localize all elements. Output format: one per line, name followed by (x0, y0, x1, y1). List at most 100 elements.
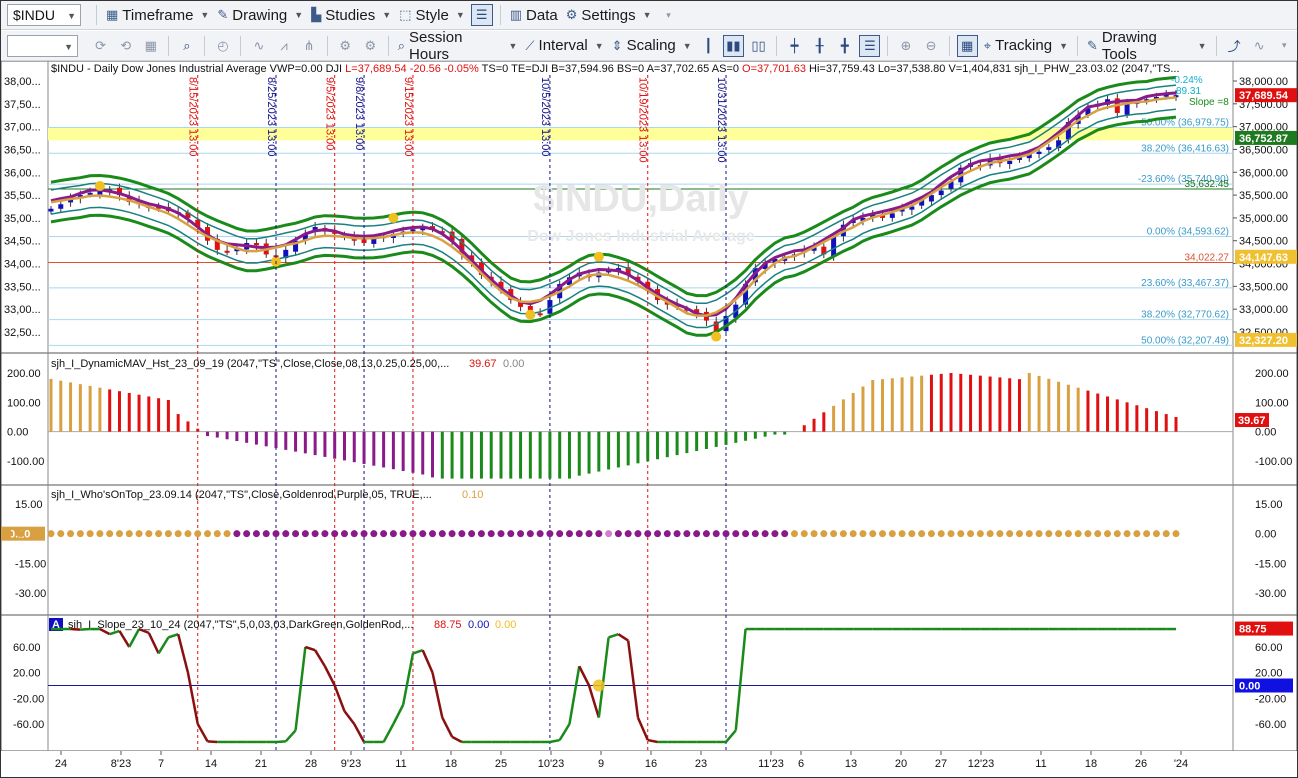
style-label: Style (415, 6, 449, 24)
interval-button[interactable]: ⟋ Interval ▼ (521, 34, 607, 58)
hlc-icon[interactable]: ╂ (809, 35, 830, 57)
refresh-icon[interactable]: ⟳ (90, 35, 111, 57)
zoom-out-icon[interactable]: ⊖ (921, 35, 942, 57)
session-hours-button[interactable]: ⌕ Session Hours ▼ (394, 29, 522, 63)
gear-icon[interactable]: ⚙ (360, 35, 381, 57)
histogram-bar (98, 387, 102, 432)
chevron-down-icon: ▼ (1059, 40, 1068, 51)
panel3-dot (751, 530, 759, 538)
search-icon: ⌕ (397, 37, 406, 53)
tracking-button[interactable]: ⌖ Tracking ▼ (980, 34, 1072, 58)
panel3-dot (135, 530, 143, 538)
histogram-bar (303, 431, 307, 454)
bar-chart-icon[interactable]: ┃ (698, 35, 719, 57)
panel-toggle-icon[interactable]: ☰ (859, 34, 881, 57)
studies-button[interactable]: ▙ Studies ▼ (307, 3, 395, 27)
panel3-dot (1084, 530, 1092, 538)
left-axis-label: 36,00... (4, 167, 41, 179)
data-window-icon[interactable]: ▦ (956, 34, 978, 57)
level-label: 34,022.27 (1185, 253, 1230, 264)
x-axis-label: 20 (895, 758, 907, 770)
trend-icon[interactable]: ⩘ (273, 35, 294, 57)
tool-icon[interactable]: ⚙ (335, 35, 356, 57)
style-button[interactable]: ⬚ Style ▼ (395, 3, 469, 27)
histogram-bar (137, 394, 141, 432)
panel3-dot (67, 530, 75, 538)
histogram-bar (783, 431, 787, 435)
drawing-label: Drawing (232, 6, 288, 24)
histogram-bar (88, 385, 92, 432)
slope-signal-dot (592, 679, 605, 692)
settings-button[interactable]: ⚙ Settings ▼ (562, 3, 656, 27)
drawing-button[interactable]: ✎ Drawing ▼ (213, 3, 307, 27)
zoom-icon[interactable]: ⌕ (176, 35, 197, 57)
hollow-candle-icon[interactable]: ▯▯ (748, 35, 769, 57)
histogram-bar (186, 421, 190, 432)
x-axis-label: 27 (935, 758, 947, 770)
histogram-bar (538, 431, 542, 479)
panel3-dot (1035, 530, 1043, 538)
chart-area[interactable]: 50.00% (36,979.75) 38.20% (36,416.63) -23.… (1, 61, 1297, 777)
panel3-dot (546, 530, 554, 538)
panel3-dot (458, 530, 466, 538)
x-axis-label: 24 (55, 758, 67, 770)
histogram-bar (871, 380, 875, 432)
panel3-dot (663, 530, 671, 538)
timeframe-button[interactable]: ▦ Timeframe ▼ (102, 3, 213, 27)
panel3-dot (1094, 530, 1102, 538)
data-button[interactable]: ▥ Data (506, 3, 562, 27)
price-axis-label: 36,000.00 (1239, 167, 1288, 179)
symbol-input[interactable]: $INDU ▼ (7, 4, 81, 26)
chevron-down-icon: ▼ (200, 10, 210, 20)
panel3-dot (1133, 530, 1141, 538)
watermark-subtitle: Dow Jones Industrial Average (527, 228, 754, 245)
layout-toggle-icon[interactable]: ☰ (470, 4, 493, 26)
panel3-dot (654, 530, 662, 538)
panel3-dot (331, 530, 339, 538)
histogram-bar (910, 376, 914, 432)
panel3-dot (497, 530, 505, 538)
chart-canvas[interactable]: 50.00% (36,979.75)38.20% (36,416.63)-23.… (1, 61, 1297, 777)
overflow-icon[interactable]: ▾ (658, 4, 680, 26)
panel3-dot (57, 530, 65, 538)
histogram-bar (1154, 411, 1158, 432)
histogram-bar (450, 431, 454, 479)
x-axis-label: 7 (158, 758, 164, 770)
grid-icon[interactable]: ▦ (140, 35, 161, 57)
link-icon[interactable]: ⟲ (115, 35, 136, 57)
chart-line-icon[interactable]: ⤴ (1224, 35, 1245, 57)
line-icon[interactable]: ╋ (834, 35, 855, 57)
panel3-dot (5, 530, 13, 538)
panel3-dot (96, 530, 104, 538)
histogram-bar (352, 431, 356, 463)
clock-icon[interactable]: ◴ (212, 35, 233, 57)
x-axis-label: 8'23 (111, 758, 131, 770)
panel3-dot (1064, 530, 1072, 538)
panel3-dot (429, 530, 437, 538)
magnet-icon[interactable]: ⋔ (299, 35, 320, 57)
panel-frame (1, 352, 1297, 486)
histogram-bar (1037, 375, 1041, 432)
panel3-dot (106, 530, 114, 538)
left-axis-label: 35,50... (4, 190, 41, 202)
scaling-button[interactable]: ⇕ Scaling ▼ (608, 34, 696, 58)
panel3-dot (252, 530, 260, 538)
panel3-dot (986, 530, 994, 538)
histogram-bar (264, 431, 268, 447)
drawing-tools-button[interactable]: ✎ Drawing Tools ▼ (1083, 29, 1211, 63)
analysis-icon[interactable]: ∿ (1249, 35, 1270, 57)
candlestick-icon[interactable]: ▮▮ (722, 34, 744, 57)
zoom-in-icon[interactable]: ⊕ (895, 35, 916, 57)
panel3-dot (1006, 530, 1014, 538)
x-axis-label: 26 (1135, 758, 1147, 770)
date-vline-label: 8/25/2023 13:00 (265, 77, 277, 157)
histogram-bar (1096, 393, 1100, 432)
histogram-bar (626, 431, 630, 466)
wave-icon[interactable]: ∿ (248, 35, 269, 57)
panel3-dot (742, 530, 750, 538)
panel2-left-axis: -100.00 (7, 456, 44, 468)
overflow-icon[interactable]: ▾ (1274, 35, 1295, 57)
workspace-select[interactable]: ▼ (7, 34, 79, 57)
ohlc-icon[interactable]: ┿ (784, 35, 805, 57)
date-vline-label: 10/19/2023 13:00 (637, 77, 649, 163)
